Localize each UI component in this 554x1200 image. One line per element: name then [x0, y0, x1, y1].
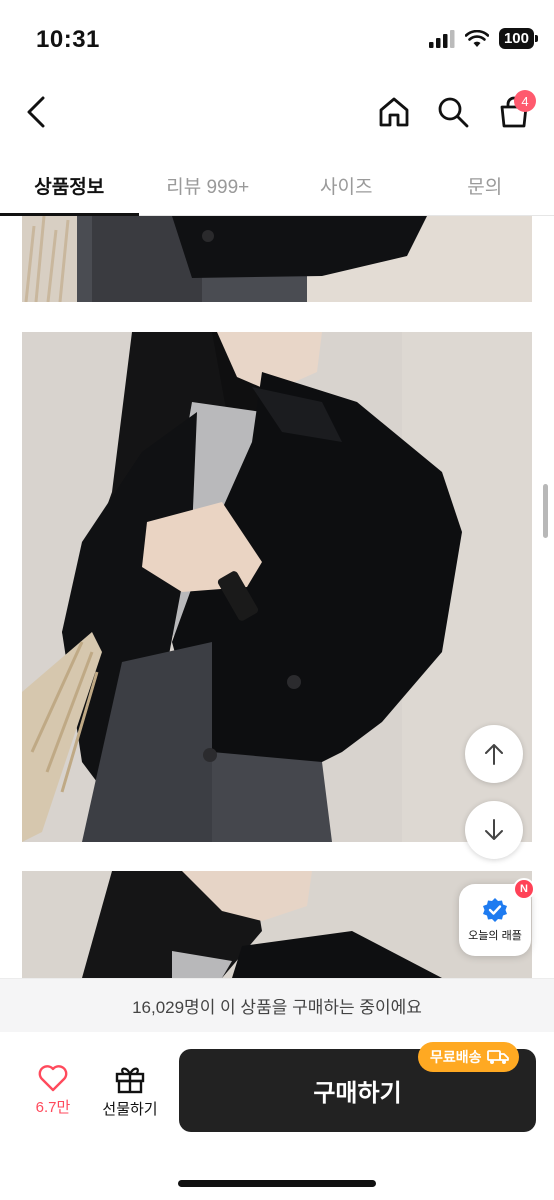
back-button[interactable] — [12, 88, 60, 136]
scroll-down-button[interactable] — [465, 801, 523, 859]
product-photo-1 — [22, 216, 532, 302]
arrow-down-icon — [485, 819, 503, 840]
gift-button[interactable]: 선물하기 — [96, 1064, 164, 1128]
signal-icon — [428, 29, 455, 48]
home-button[interactable] — [370, 88, 418, 136]
arrow-up-icon — [485, 744, 503, 765]
tab-product-info[interactable]: 상품정보 — [0, 156, 139, 216]
cart-count-badge: 4 — [514, 90, 536, 112]
like-button[interactable]: 6.7만 — [22, 1064, 84, 1128]
status-icons: 100 — [428, 28, 539, 49]
scroll-indicator[interactable] — [543, 484, 548, 538]
back-arrow-icon — [27, 96, 45, 128]
gift-label: 선물하기 — [102, 1101, 158, 1118]
product-photo-2 — [22, 332, 532, 842]
raffle-label: 오늘의 래플 — [468, 930, 522, 942]
gift-icon — [115, 1067, 145, 1094]
search-button[interactable] — [429, 88, 477, 136]
wifi-icon — [464, 29, 489, 47]
home-indicator — [178, 1180, 376, 1187]
product-tabs: 상품정보 리뷰 999+ 사이즈 문의 — [0, 156, 554, 216]
home-icon — [379, 97, 409, 127]
nav-bar: 4 — [0, 80, 554, 144]
battery-indicator: 100 — [498, 28, 539, 49]
tab-size[interactable]: 사이즈 — [277, 156, 416, 215]
truck-icon — [486, 1050, 509, 1064]
raffle-button[interactable]: 오늘의 래플 N — [459, 878, 535, 956]
status-bar: 10:31 100 — [0, 0, 554, 80]
purchase-notice: 16,029명이 이 상품을 구매하는 중이에요 — [0, 978, 554, 1032]
tab-reviews[interactable]: 리뷰 999+ — [139, 156, 278, 215]
scroll-up-button[interactable] — [465, 725, 523, 783]
status-time: 10:31 — [36, 26, 100, 53]
product-photo-3 — [22, 871, 532, 978]
heart-icon — [38, 1065, 68, 1092]
tab-inquiry[interactable]: 문의 — [416, 156, 554, 215]
product-detail-content[interactable] — [0, 216, 554, 978]
raffle-new-badge: N — [513, 878, 535, 900]
cart-button[interactable]: 4 — [490, 88, 538, 136]
like-count: 6.7만 — [35, 1099, 71, 1116]
free-shipping-label: 무료배송 — [430, 1049, 482, 1065]
bottom-action-bar: 6.7만 선물하기 구매하기 무료배송 — [0, 1032, 554, 1200]
search-icon — [438, 97, 469, 128]
free-shipping-badge: 무료배송 — [418, 1042, 519, 1072]
verified-check-icon — [483, 898, 507, 922]
